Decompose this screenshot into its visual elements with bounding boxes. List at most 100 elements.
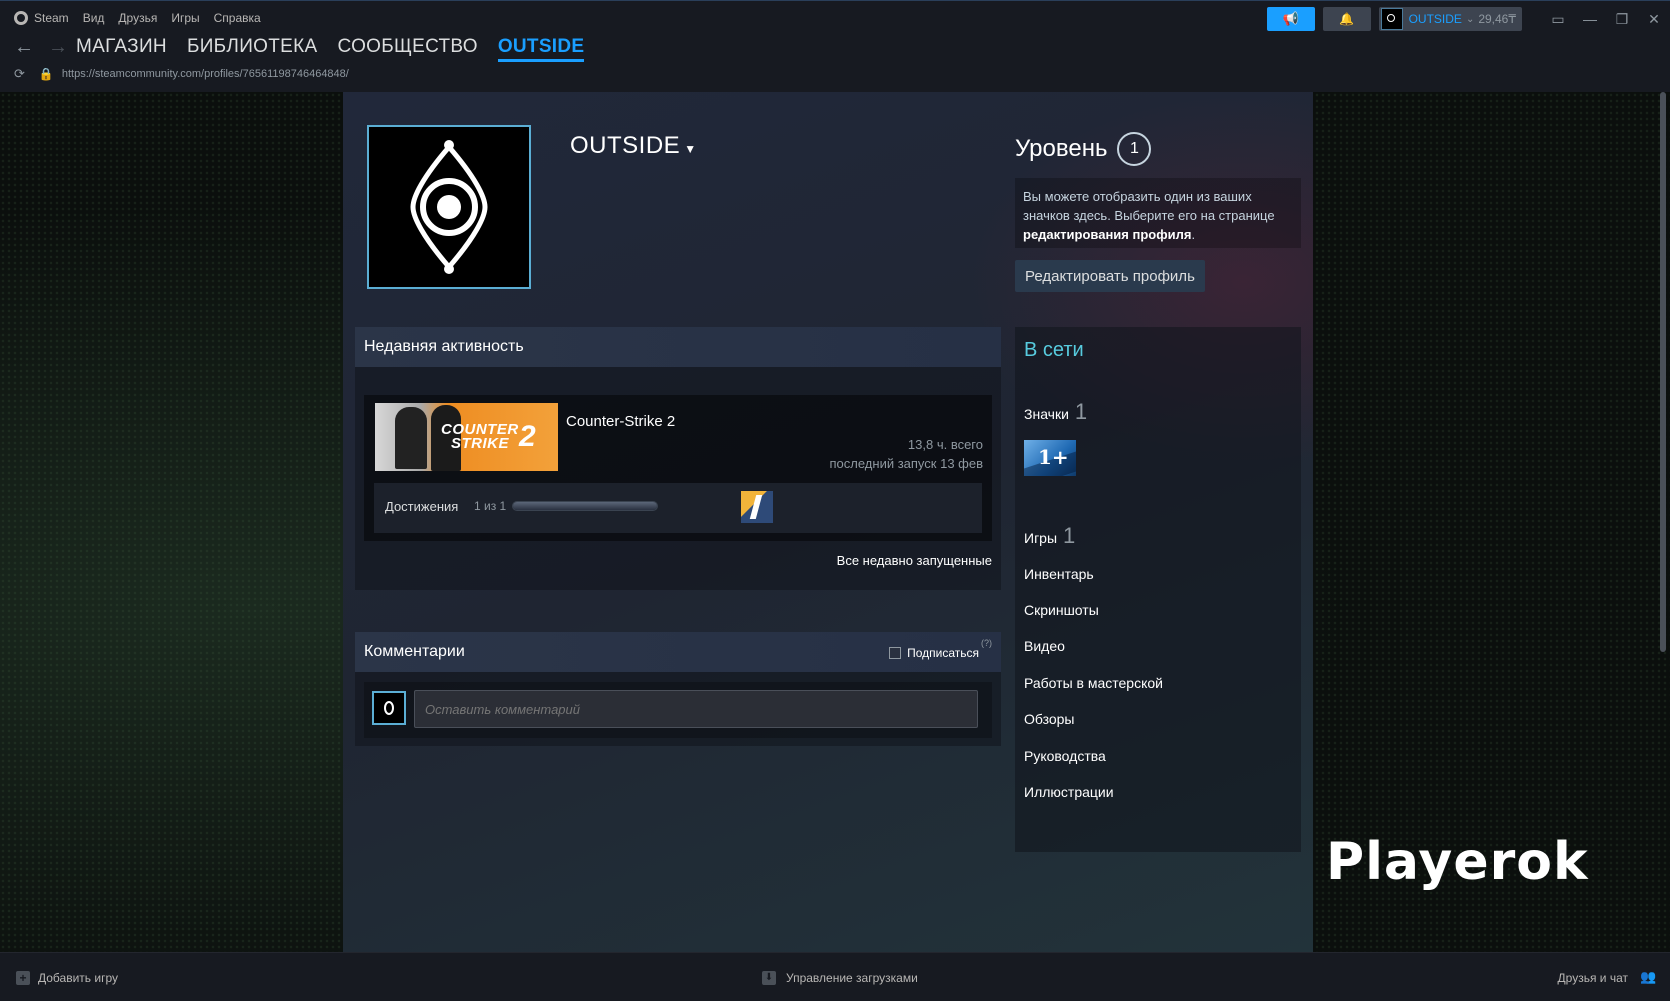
- chevron-down-icon: ⌄: [1465, 13, 1475, 25]
- capsule-number: 2: [519, 420, 537, 453]
- add-game-label: Добавить игру: [38, 971, 118, 985]
- badge-tile[interactable]: 1+: [1024, 440, 1076, 476]
- bell-icon: 🔔: [1339, 12, 1355, 26]
- sidebar-item-videos[interactable]: Видео: [1024, 638, 1065, 654]
- achievements-row: Достижения 1 из 1: [374, 483, 982, 533]
- friends-icon[interactable]: 👥: [1640, 969, 1656, 985]
- title-bar: Steam Вид Друзья Игры Справка 📢 🔔 OUTSID…: [0, 0, 1670, 37]
- games-count: 1: [1063, 523, 1076, 548]
- menu-games[interactable]: Игры: [171, 11, 199, 25]
- game-capsule-logo: COUNTER STRIKE 2: [441, 422, 536, 452]
- tab-store[interactable]: МАГАЗИН: [76, 36, 167, 62]
- game-name[interactable]: Counter-Strike 2: [566, 413, 675, 430]
- level-header: Уровень 1: [1015, 132, 1152, 166]
- help-icon[interactable]: (?): [981, 638, 992, 648]
- url-text[interactable]: https://steamcommunity.com/profiles/7656…: [62, 68, 349, 80]
- main-nav: МАГАЗИН БИБЛИОТЕКА СООБЩЕСТВО OUTSIDE: [76, 36, 604, 62]
- page-scrollbar[interactable]: [1660, 92, 1666, 652]
- tab-profile[interactable]: OUTSIDE: [497, 36, 585, 62]
- badge-note-end: .: [1191, 227, 1196, 242]
- sidebar-item-badges[interactable]: Значки 1: [1024, 399, 1087, 425]
- achievements-progress-bar: [512, 501, 658, 511]
- minimize-icon[interactable]: —: [1574, 11, 1606, 27]
- sidebar-item-workshop[interactable]: Работы в мастерской: [1024, 675, 1163, 691]
- url-row: ⟳ 🔒 https://steamcommunity.com/profiles/…: [14, 66, 349, 82]
- history-arrows: ← →: [14, 36, 82, 59]
- recent-activity-title: Недавняя активность: [355, 327, 1001, 367]
- download-icon: ⬇: [762, 971, 776, 985]
- nav-bar: ← → МАГАЗИН БИБЛИОТЕКА СООБЩЕСТВО OUTSID…: [0, 36, 1670, 92]
- lock-icon: 🔒: [38, 67, 54, 81]
- sidebar-item-screenshots[interactable]: Скриншоты: [1024, 602, 1099, 618]
- achievement-icon[interactable]: [741, 491, 773, 523]
- games-label: Игры: [1024, 530, 1058, 546]
- tab-library[interactable]: БИБЛИОТЕКА: [187, 36, 318, 62]
- bottom-bar: + Добавить игру ⬇ Управление загрузками …: [0, 952, 1670, 1001]
- account-avatar: [1380, 8, 1403, 30]
- account-name: OUTSIDE: [1408, 12, 1462, 26]
- game-playtime: 13,8 ч. всего последний запуск 13 фев: [830, 435, 984, 473]
- sidebar-item-artwork[interactable]: Иллюстрации: [1024, 784, 1114, 800]
- achievements-label[interactable]: Достижения: [385, 499, 458, 514]
- refresh-icon[interactable]: ⟳: [14, 66, 25, 82]
- steam-logo-icon[interactable]: [14, 11, 28, 25]
- comment-input[interactable]: [414, 690, 978, 728]
- level-badge[interactable]: 1: [1117, 132, 1152, 166]
- downloads-button[interactable]: ⬇ Управление загрузками: [762, 971, 918, 985]
- edit-profile-link[interactable]: редактирования профиля: [1023, 227, 1191, 242]
- menu-help[interactable]: Справка: [214, 11, 261, 25]
- caret-down-icon[interactable]: ▼: [684, 142, 696, 156]
- big-picture-icon[interactable]: ▭: [1542, 11, 1574, 28]
- badges-count: 1: [1074, 399, 1088, 424]
- recent-game: COUNTER STRIKE 2 Counter-Strike 2 13,8 ч…: [364, 395, 992, 541]
- profile-page: OUTSIDE ▼ Уровень 1 Вы можете отобразить …: [343, 92, 1313, 952]
- eye-sigil-icon: [410, 140, 488, 274]
- capsule-text-line-2: STRIKE: [451, 435, 510, 452]
- soldier-figure: [395, 407, 427, 469]
- menu-steam[interactable]: Steam: [34, 11, 69, 25]
- recent-activity-section: Недавняя активность COUNTER STRIKE 2 Cou…: [355, 327, 1001, 590]
- level-label: Уровень: [1015, 135, 1108, 162]
- megaphone-icon: 📢: [1282, 11, 1299, 26]
- subscribe-checkbox[interactable]: [889, 647, 902, 659]
- account-menu[interactable]: OUTSIDE ⌄ 29,46₸: [1378, 7, 1522, 31]
- edit-profile-button[interactable]: Редактировать профиль: [1015, 260, 1205, 292]
- comments-section: Комментарии Подписаться (?): [355, 632, 1001, 746]
- wallet-balance: 29,46₸: [1478, 12, 1516, 26]
- badge-tile-text: 1+: [1038, 445, 1069, 469]
- last-played: последний запуск 13 фев: [829, 456, 984, 471]
- subscribe-label: Подписаться: [907, 646, 979, 660]
- downloads-label: Управление загрузками: [786, 971, 918, 985]
- sidebar-item-inventory[interactable]: Инвентарь: [1024, 566, 1094, 582]
- tab-community[interactable]: СООБЩЕСТВО: [337, 36, 477, 62]
- sidebar-item-guides[interactable]: Руководства: [1024, 748, 1106, 764]
- badges-label: Значки: [1024, 406, 1069, 422]
- profile-name-text: OUTSIDE: [570, 132, 681, 159]
- badge-note-text: Вы можете отобразить один из ваших значк…: [1023, 189, 1275, 223]
- profile-name[interactable]: OUTSIDE ▼: [570, 132, 697, 160]
- announcements-button[interactable]: 📢: [1266, 7, 1315, 31]
- total-hours: 13,8 ч. всего: [907, 437, 983, 452]
- commenter-avatar: [372, 691, 406, 725]
- sidebar-item-reviews[interactable]: Обзоры: [1024, 711, 1075, 727]
- plus-icon: +: [16, 971, 30, 985]
- close-icon[interactable]: ✕: [1638, 11, 1670, 28]
- back-arrow-icon[interactable]: ←: [14, 36, 34, 59]
- online-status: В сети: [1024, 339, 1084, 361]
- subscribe-toggle[interactable]: Подписаться: [889, 646, 979, 660]
- add-game-button[interactable]: + Добавить игру: [16, 971, 118, 985]
- sidebar-item-games[interactable]: Игры 1: [1024, 523, 1075, 549]
- restore-icon[interactable]: ❐: [1606, 11, 1638, 28]
- view-all-recent-link[interactable]: Все недавно запущенные: [837, 553, 992, 568]
- menu-friends[interactable]: Друзья: [118, 11, 157, 25]
- menu-view[interactable]: Вид: [83, 11, 105, 25]
- profile-avatar: [367, 125, 531, 289]
- profile-sidebar: В сети Значки 1 1+ Игры 1 Инвентарь Скринш…: [1015, 327, 1301, 852]
- forward-arrow-icon[interactable]: →: [48, 36, 68, 59]
- notifications-button[interactable]: 🔔: [1322, 7, 1371, 31]
- game-capsule-image[interactable]: COUNTER STRIKE 2: [375, 403, 558, 471]
- comment-composer: [364, 682, 992, 738]
- friends-chat-button[interactable]: Друзья и чат: [1558, 971, 1628, 985]
- watermark: Playerok: [1326, 832, 1589, 892]
- achievements-count: 1 из 1: [474, 499, 507, 513]
